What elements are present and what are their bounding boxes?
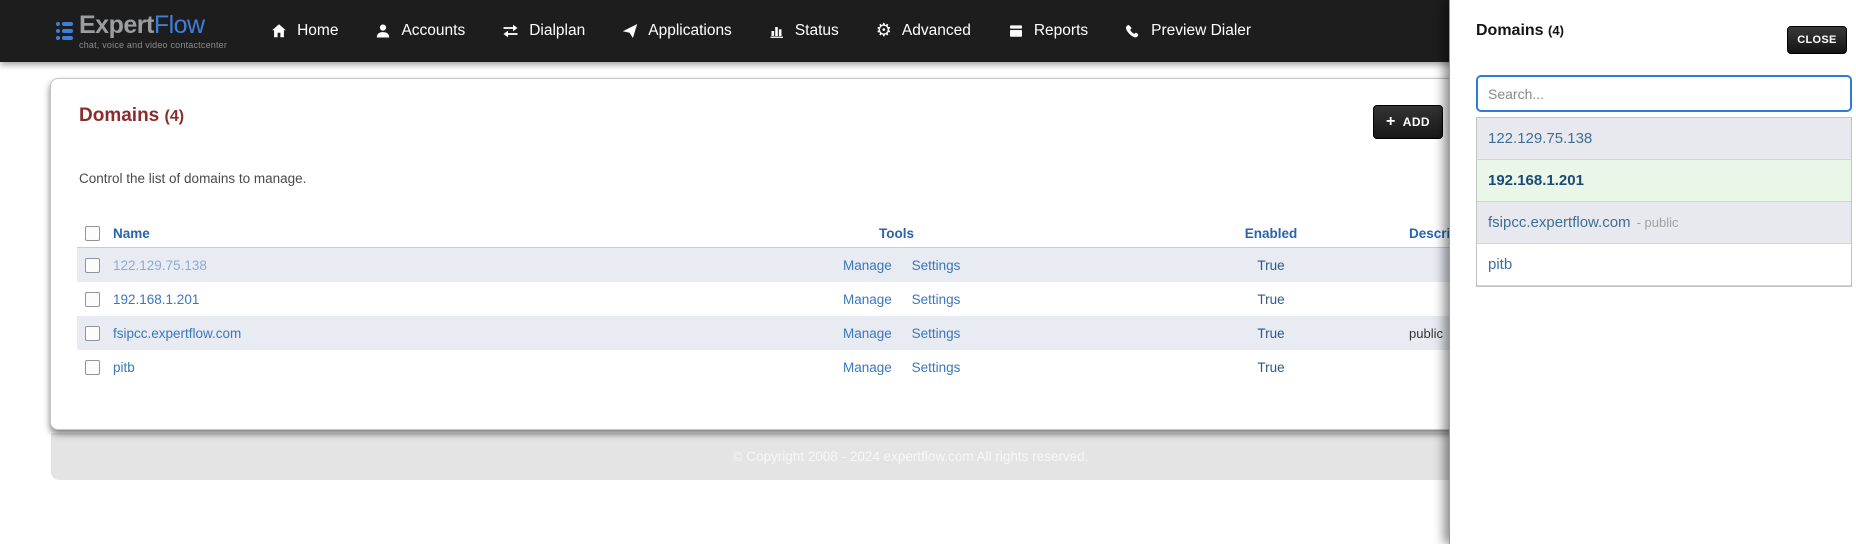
logo-text-flow: Flow (153, 10, 205, 39)
domain-list-item-active[interactable]: 192.168.1.201 (1477, 160, 1851, 202)
nav-item-label: Dialplan (529, 22, 586, 39)
settings-link[interactable]: Settings (912, 258, 961, 273)
plus-icon: + (1386, 113, 1396, 130)
manage-link[interactable]: Manage (843, 326, 892, 341)
nav-item-advanced[interactable]: ⚙ Advanced (876, 22, 971, 40)
page-title-count: (4) (164, 108, 185, 125)
domain-item-label: pitb (1488, 256, 1513, 273)
enabled-value: True (1257, 291, 1285, 307)
domain-list-item[interactable]: 122.129.75.138 (1477, 118, 1851, 160)
transfer-arrows-icon (502, 23, 519, 39)
add-button[interactable]: + ADD (1373, 105, 1443, 139)
row-checkbox[interactable] (85, 257, 100, 273)
settings-link[interactable]: Settings (912, 292, 961, 307)
nav-item-home[interactable]: Home (271, 22, 338, 40)
domain-item-label: 192.168.1.201 (1488, 172, 1584, 189)
copyright-text: © Copyright 2008 - 2024 expertflow.com A… (732, 449, 1089, 464)
nav-item-label: Applications (648, 22, 732, 39)
domain-name-link[interactable]: 192.168.1.201 (113, 292, 199, 307)
domains-table: Name Tools Enabled Description 122.129.7… (77, 220, 1483, 384)
nav-item-label: Advanced (901, 22, 971, 39)
manage-link[interactable]: Manage (843, 292, 892, 307)
table-row: fsipcc.expertflow.com Manage Settings Tr… (77, 316, 1455, 350)
table-row: 192.168.1.201 Manage Settings True (77, 282, 1455, 316)
row-checkbox[interactable] (85, 291, 100, 307)
domain-name-link[interactable]: pitb (113, 360, 135, 375)
manage-link[interactable]: Manage (843, 258, 892, 273)
nav-item-applications[interactable]: Applications (622, 22, 732, 40)
panel-title: Domains (4) (1476, 22, 1564, 40)
enabled-value: True (1257, 257, 1285, 273)
column-header-name[interactable]: Name (105, 226, 831, 241)
table-row: 122.129.75.138 Manage Settings True (77, 248, 1455, 282)
domain-search-input[interactable] (1476, 75, 1852, 112)
settings-link[interactable]: Settings (912, 360, 961, 375)
table-row: pitb Manage Settings True (77, 350, 1455, 384)
page-title: Domains (4) (79, 105, 1455, 127)
column-header-tools: Tools (879, 226, 914, 241)
nav-item-label: Status (794, 22, 839, 39)
nav-menu: Home Accounts Dialplan Applications Stat… (271, 22, 1251, 40)
domain-list-item[interactable]: pitb (1477, 244, 1851, 286)
gear-icon: ⚙ (875, 20, 892, 41)
select-all-cell (77, 226, 105, 241)
home-icon (271, 23, 287, 39)
domain-list-item[interactable]: fsipcc.expertflow.com - public (1477, 202, 1851, 244)
row-checkbox[interactable] (85, 359, 100, 375)
domain-name-link[interactable]: fsipcc.expertflow.com (113, 326, 241, 341)
description-value: public (1409, 325, 1443, 341)
domain-item-label: 122.129.75.138 (1488, 130, 1593, 147)
settings-link[interactable]: Settings (912, 326, 961, 341)
table-header-row: Name Tools Enabled Description (77, 220, 1483, 248)
nav-item-label: Reports (1033, 22, 1089, 39)
panel-title-text: Domains (1476, 22, 1544, 39)
nav-item-label: Accounts (401, 22, 466, 39)
logo-text: ExpertFlow chat, voice and video contact… (79, 10, 228, 50)
domains-card: Domains (4) Control the list of domains … (50, 78, 1483, 430)
user-icon (375, 23, 391, 39)
page-title-text: Domains (79, 105, 160, 126)
expertflow-logo[interactable]: ExpertFlow chat, voice and video contact… (56, 10, 228, 50)
add-button-label: ADD (1402, 115, 1430, 129)
nav-item-status[interactable]: Status (769, 22, 839, 40)
nav-item-preview-dialer[interactable]: Preview Dialer (1125, 22, 1251, 40)
nav-item-accounts[interactable]: Accounts (375, 22, 465, 40)
row-checkbox[interactable] (85, 325, 100, 341)
logo-text-expert: Expert (79, 10, 154, 39)
domain-name-link[interactable]: 122.129.75.138 (113, 258, 207, 273)
domain-item-label: fsipcc.expertflow.com (1488, 214, 1631, 231)
reports-icon (1008, 23, 1024, 39)
bar-chart-icon (769, 23, 785, 39)
select-all-checkbox[interactable] (85, 226, 100, 241)
nav-item-label: Home (297, 22, 339, 39)
domain-list: 122.129.75.138 192.168.1.201 fsipcc.expe… (1476, 117, 1852, 287)
enabled-value: True (1257, 325, 1285, 341)
domain-item-suffix: - public (1636, 215, 1679, 230)
close-button[interactable]: CLOSE (1787, 26, 1847, 54)
nav-item-reports[interactable]: Reports (1008, 22, 1088, 40)
logo-tagline: chat, voice and video contactcenter (79, 39, 228, 50)
nav-item-dialplan[interactable]: Dialplan (502, 22, 585, 40)
domain-switcher-panel: Domains (4) CLOSE 122.129.75.138 192.168… (1449, 0, 1856, 544)
enabled-value: True (1257, 359, 1285, 375)
expertflow-logo-icon (56, 22, 73, 40)
nav-item-label: Preview Dialer (1151, 22, 1252, 39)
manage-link[interactable]: Manage (843, 360, 892, 375)
panel-title-count: (4) (1548, 23, 1564, 38)
column-header-enabled[interactable]: Enabled (1181, 226, 1361, 241)
phone-icon (1125, 23, 1141, 39)
page-subtitle: Control the list of domains to manage. (79, 171, 307, 186)
paper-plane-icon (622, 23, 638, 39)
